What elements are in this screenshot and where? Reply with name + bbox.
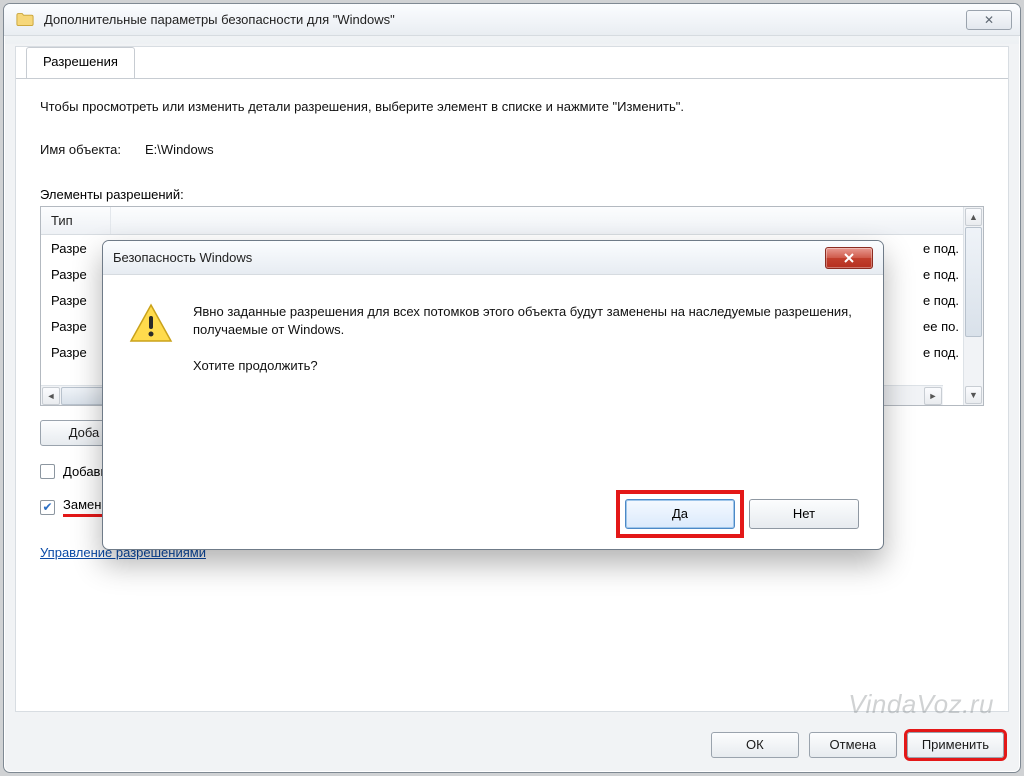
scroll-up-icon[interactable]: ▲ bbox=[965, 208, 982, 226]
checkbox-replace-child[interactable]: ✔ bbox=[40, 500, 55, 515]
tab-permissions[interactable]: Разрешения bbox=[26, 47, 135, 79]
cell-type: Разре bbox=[41, 315, 111, 338]
object-label: Имя объекта: bbox=[40, 142, 121, 157]
scroll-left-icon[interactable]: ◄ bbox=[42, 387, 60, 405]
object-path: E:\Windows bbox=[145, 142, 214, 157]
scroll-right-icon[interactable]: ► bbox=[924, 387, 942, 405]
ok-button[interactable]: ОК bbox=[711, 732, 799, 758]
warning-icon bbox=[129, 303, 173, 343]
dialog-titlebar[interactable]: Безопасность Windows bbox=[103, 241, 883, 275]
vertical-scrollbar[interactable]: ▲ ▼ bbox=[963, 207, 983, 405]
intro-text: Чтобы просмотреть или изменить детали ра… bbox=[40, 99, 984, 114]
close-icon bbox=[843, 253, 855, 263]
dialog-message-2: Хотите продолжить? bbox=[193, 357, 857, 375]
close-button[interactable]: ✕ bbox=[966, 10, 1012, 30]
yes-button[interactable]: Да bbox=[625, 499, 735, 529]
apply-button[interactable]: Применить bbox=[907, 732, 1004, 758]
no-button[interactable]: Нет bbox=[749, 499, 859, 529]
dialog-title: Безопасность Windows bbox=[113, 250, 252, 265]
column-type[interactable]: Тип bbox=[41, 207, 111, 234]
window-title: Дополнительные параметры безопасности дл… bbox=[44, 12, 395, 27]
cell-type: Разре bbox=[41, 263, 111, 286]
folder-icon bbox=[16, 12, 34, 27]
scroll-thumb[interactable] bbox=[965, 227, 982, 337]
cell-type: Разре bbox=[41, 289, 111, 312]
permission-list-label: Элементы разрешений: bbox=[40, 187, 984, 202]
security-confirm-dialog: Безопасность Windows Явно заданные разре… bbox=[102, 240, 884, 550]
checkmark-icon: ✔ bbox=[42, 501, 52, 513]
cell-type: Разре bbox=[41, 341, 111, 364]
scroll-down-icon[interactable]: ▼ bbox=[965, 386, 982, 404]
dialog-close-button[interactable] bbox=[825, 247, 873, 269]
dialog-message-1: Явно заданные разрешения для всех потомк… bbox=[193, 303, 857, 339]
cancel-button[interactable]: Отмена bbox=[809, 732, 897, 758]
checkbox-inherit-parent[interactable] bbox=[40, 464, 55, 479]
cell-type: Разре bbox=[41, 237, 111, 260]
titlebar[interactable]: Дополнительные параметры безопасности дл… bbox=[4, 4, 1020, 36]
